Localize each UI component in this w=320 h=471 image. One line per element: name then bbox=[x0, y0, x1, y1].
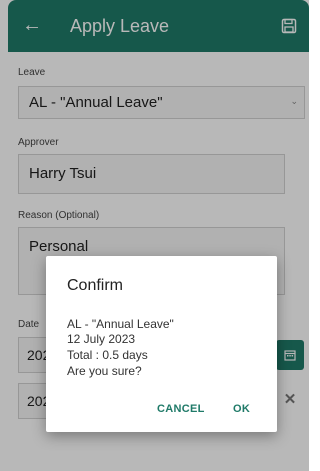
dialog-leave-type: AL - "Annual Leave" bbox=[67, 317, 174, 331]
ok-button[interactable]: OK bbox=[233, 403, 250, 415]
confirm-dialog: Confirm AL - "Annual Leave" 12 July 2023… bbox=[46, 256, 277, 432]
dialog-title: Confirm bbox=[67, 277, 124, 294]
dialog-question: Are you sure? bbox=[67, 364, 142, 378]
dialog-date: 12 July 2023 bbox=[67, 332, 136, 346]
dialog-total: Total : 0.5 days bbox=[67, 348, 148, 362]
cancel-button[interactable]: CANCEL bbox=[157, 403, 205, 415]
